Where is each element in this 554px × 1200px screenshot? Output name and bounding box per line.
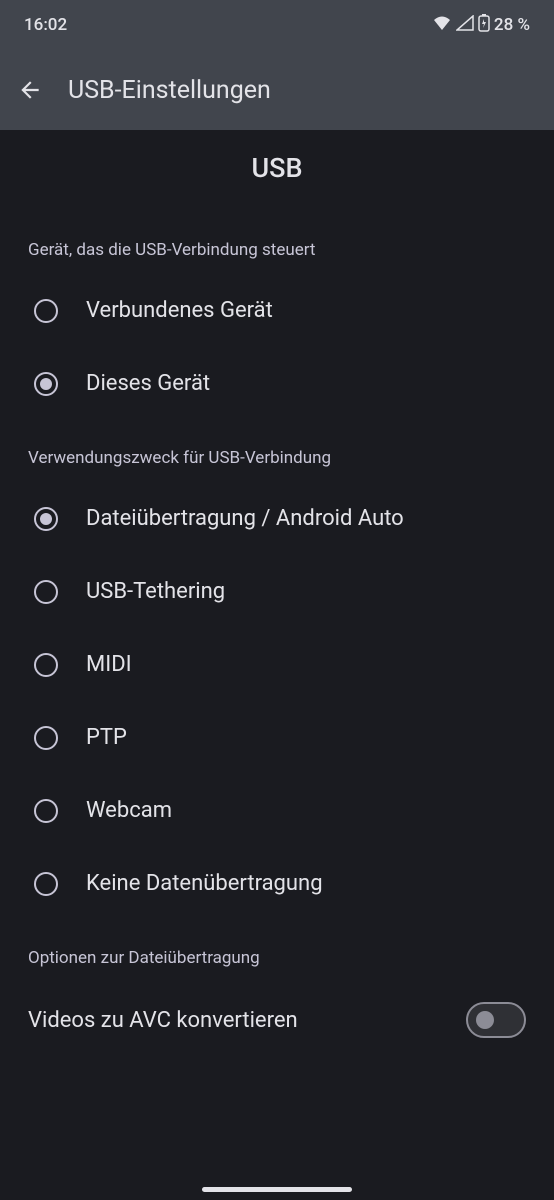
toggle-avc[interactable]: Videos zu AVC konvertieren (0, 982, 554, 1058)
back-button[interactable] (16, 76, 44, 104)
radio-icon (34, 653, 58, 677)
radio-tethering[interactable]: USB-Tethering (0, 555, 554, 628)
arrow-left-icon (17, 77, 43, 103)
radio-label: Verbundenes Gerät (86, 298, 273, 323)
toggle-label: Videos zu AVC konvertieren (28, 1008, 298, 1033)
signal-icon (456, 15, 474, 36)
radio-icon (34, 580, 58, 604)
radio-label: Webcam (86, 798, 172, 823)
radio-midi[interactable]: MIDI (0, 628, 554, 701)
radio-label: Keine Datenübertragung (86, 871, 323, 896)
radio-icon (34, 726, 58, 750)
app-bar: USB-Einstellungen (0, 50, 554, 130)
section-title-purpose: Verwendungszweck für USB-Verbindung (0, 420, 554, 482)
section-title-file-options: Optionen zur Dateiübertragung (0, 920, 554, 982)
status-time: 16:02 (24, 15, 67, 35)
radio-no-data[interactable]: Keine Datenübertragung (0, 847, 554, 920)
radio-icon (34, 507, 58, 531)
radio-icon (34, 799, 58, 823)
radio-ptp[interactable]: PTP (0, 701, 554, 774)
radio-label: MIDI (86, 652, 132, 677)
toggle-knob (476, 1011, 494, 1029)
battery-percent: 28 % (494, 15, 530, 35)
radio-label: Dateiübertragung / Android Auto (86, 506, 404, 531)
radio-file-transfer[interactable]: Dateiübertragung / Android Auto (0, 482, 554, 555)
wifi-icon (432, 15, 452, 36)
battery-icon (478, 14, 490, 37)
radio-this-device[interactable]: Dieses Gerät (0, 347, 554, 420)
usb-header: USB (0, 130, 554, 222)
status-right: 28 % (432, 14, 530, 37)
radio-connected-device[interactable]: Verbundenes Gerät (0, 274, 554, 347)
radio-icon (34, 872, 58, 896)
content: USB Gerät, das die USB-Verbindung steuer… (0, 130, 554, 1058)
status-bar: 16:02 28 % (0, 0, 554, 50)
nav-indicator[interactable] (202, 1187, 352, 1192)
radio-icon (34, 299, 58, 323)
section-title-controller: Gerät, das die USB-Verbindung steuert (0, 222, 554, 274)
radio-label: USB-Tethering (86, 579, 225, 604)
radio-webcam[interactable]: Webcam (0, 774, 554, 847)
toggle-switch[interactable] (466, 1002, 526, 1038)
radio-icon (34, 372, 58, 396)
page-title: USB-Einstellungen (68, 76, 271, 105)
radio-label: PTP (86, 725, 127, 750)
radio-label: Dieses Gerät (86, 371, 210, 396)
